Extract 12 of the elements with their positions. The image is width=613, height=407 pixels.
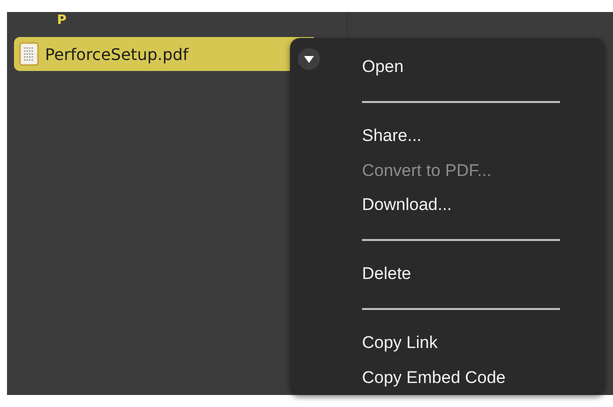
menu-item[interactable]: Delete bbox=[362, 257, 412, 292]
group-header: P bbox=[56, 14, 68, 30]
file-row[interactable]: PerforceSetup.pdf bbox=[14, 37, 314, 71]
document-icon bbox=[19, 42, 39, 66]
caret-icon bbox=[304, 56, 314, 62]
menu-item[interactable]: Share... bbox=[362, 119, 422, 154]
menu-item[interactable]: Download... bbox=[362, 188, 452, 222]
dropdown-button[interactable] bbox=[298, 48, 320, 70]
menu-item[interactable]: Copy Embed Code bbox=[362, 360, 506, 395]
menu-item[interactable]: Open bbox=[362, 50, 404, 84]
menu-item[interactable]: Copy Link bbox=[362, 326, 438, 360]
file-name: PerforceSetup.pdf bbox=[45, 44, 188, 64]
